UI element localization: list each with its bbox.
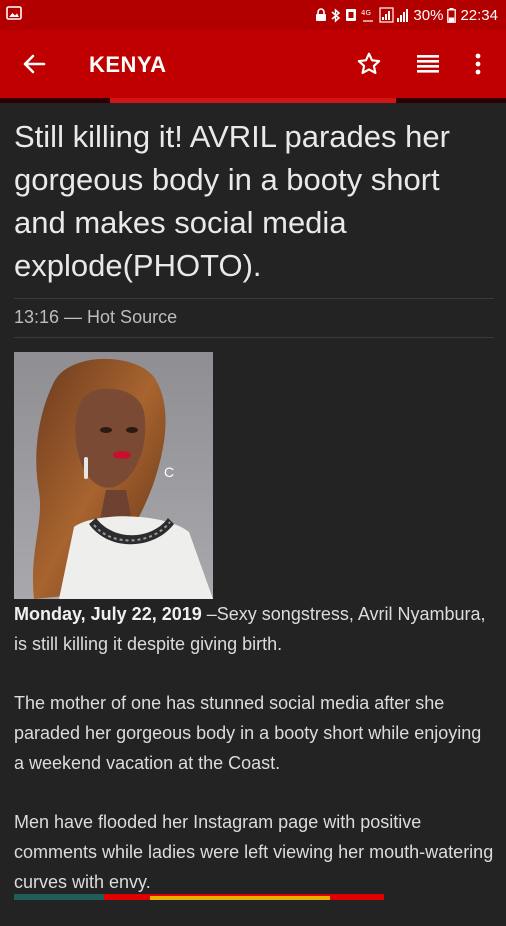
svg-text:C: C [164, 464, 174, 480]
article-headline: Still killing it! AVRIL parades her gorg… [14, 119, 450, 283]
more-options-button[interactable] [466, 50, 490, 82]
article-paragraph: The mother of one has stunned social med… [14, 693, 482, 773]
favorite-button[interactable] [353, 50, 385, 82]
more-vert-icon [475, 53, 481, 80]
list-view-button[interactable] [412, 50, 444, 82]
image-strip-segment [150, 896, 330, 900]
back-arrow-icon [22, 53, 46, 80]
svg-text:4G: 4G [361, 9, 371, 17]
bluetooth-icon [331, 7, 341, 23]
status-bar: 4G 30% 22:34 [0, 0, 506, 30]
back-button[interactable] [18, 52, 50, 80]
wifi-icon: 4G [361, 8, 375, 22]
status-time: 22:34 [460, 6, 498, 24]
lock-icon [315, 8, 327, 22]
page-title: KENYA [89, 52, 167, 77]
image-notification-icon [6, 6, 22, 24]
divider [14, 298, 494, 299]
article-paragraph: Men have flooded her Instagram page with… [14, 812, 494, 892]
article-paragraph: Monday, July 22, 2019 –Sexy songstress, … [14, 599, 494, 659]
article-body: Monday, July 22, 2019 –Sexy songstress, … [14, 599, 494, 926]
divider [14, 337, 494, 338]
article-photo[interactable]: C [14, 352, 213, 599]
image-strip-segment [14, 894, 104, 900]
article-content[interactable]: Still killing it! AVRIL parades her gorg… [0, 103, 506, 900]
bottom-image-edge [0, 894, 506, 900]
battery-percentage: 30% [413, 6, 444, 24]
signal-icon [379, 7, 409, 23]
app-bar: KENYA [0, 30, 506, 102]
article-date: Monday, July 22, 2019 [14, 604, 202, 624]
list-icon [416, 54, 440, 79]
star-icon [356, 51, 382, 82]
nfc-icon [345, 8, 357, 22]
article-meta: 13:16 — Hot Source [14, 307, 178, 327]
battery-icon [447, 7, 457, 23]
